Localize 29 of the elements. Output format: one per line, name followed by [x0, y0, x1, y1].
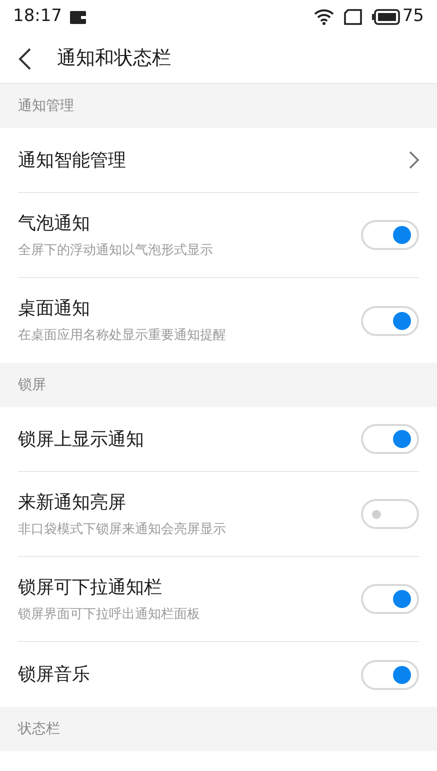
setting-title: 锁屏音乐	[18, 663, 90, 687]
setting-description: 锁屏界面可下拉呼出通知栏面板	[18, 606, 200, 624]
setting-description: 在桌面应用名称处显示重要通知提醒	[18, 327, 226, 346]
toggle-switch[interactable]	[361, 499, 419, 529]
chevron-right-icon	[409, 151, 419, 169]
setting-title: 来新通知亮屏	[18, 490, 127, 515]
wifi-icon	[314, 9, 334, 25]
setting-title: 气泡通知	[18, 212, 91, 236]
battery-level: 75	[402, 5, 424, 28]
setting-title: 锁屏上显示通知	[18, 428, 144, 452]
section-header: 状态栏	[0, 707, 437, 751]
wallet-icon	[70, 10, 86, 24]
setting-description: 非口袋模式下锁屏来通知会亮屏显示	[18, 520, 226, 539]
back-icon	[18, 46, 32, 70]
toggle-switch[interactable]	[361, 220, 419, 250]
page-title: 通知和状态栏	[57, 46, 171, 72]
section-header: 锁屏	[0, 363, 437, 407]
status-time: 18:17	[13, 5, 62, 28]
setting-title: 通知智能管理	[18, 148, 126, 172]
toggle-switch[interactable]	[361, 584, 419, 614]
battery-icon	[372, 9, 400, 25]
setting-description: 全屏下的浮动通知以气泡形式显示	[18, 242, 213, 260]
toggle-switch[interactable]	[361, 424, 419, 454]
setting-title: 锁屏可下拉通知栏	[18, 576, 163, 600]
toggle-switch[interactable]	[361, 660, 419, 690]
section-header: 通知管理	[0, 84, 437, 128]
toggle-switch[interactable]	[361, 306, 419, 336]
setting-title: 桌面通知	[18, 297, 91, 322]
sim-card-icon	[344, 9, 362, 25]
